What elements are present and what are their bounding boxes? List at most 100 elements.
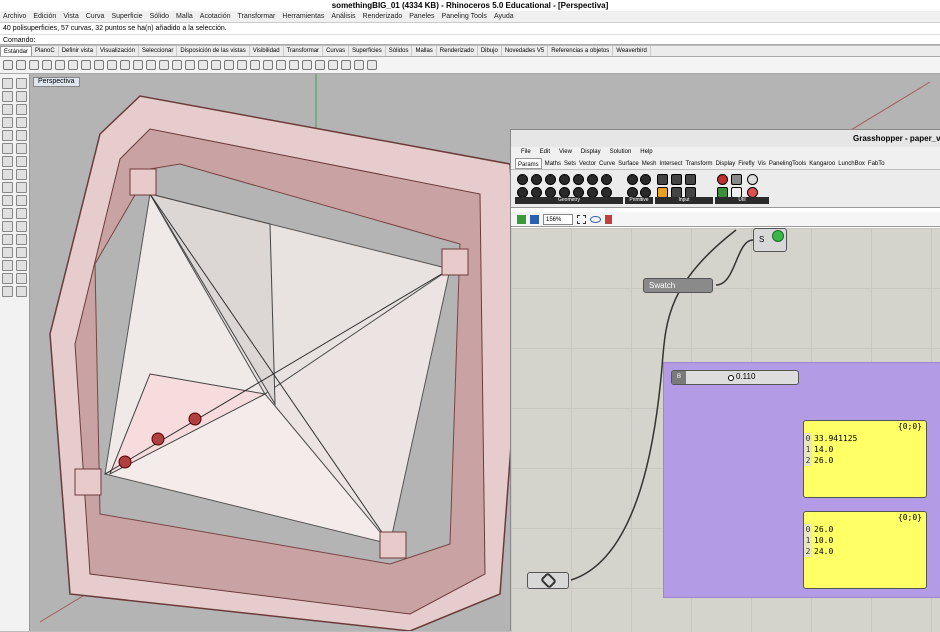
line-icon[interactable]	[2, 91, 13, 102]
panel-1[interactable]: {0;0} 0 33.941125 1 14.0 2 26.0	[803, 420, 927, 498]
layers-icon[interactable]	[250, 60, 260, 70]
freeform-curve-icon[interactable]	[16, 104, 27, 115]
move-icon[interactable]	[2, 234, 13, 245]
gh-tab-intersect[interactable]: Intersect	[659, 158, 682, 169]
gh-tab-transform[interactable]: Transform	[685, 158, 712, 169]
tab-solidos[interactable]: Sólidos	[386, 46, 413, 56]
geometry-component[interactable]	[527, 572, 569, 589]
copy-object-icon[interactable]	[16, 234, 27, 245]
tab-renderizado[interactable]: Renderizado	[437, 46, 478, 56]
copy-icon[interactable]	[81, 60, 91, 70]
gh-menu-display[interactable]: Display	[581, 147, 601, 158]
zoom-extents-icon[interactable]	[172, 60, 182, 70]
menu-vista[interactable]: Vista	[63, 11, 78, 22]
tab-estandar[interactable]: Estándar	[0, 46, 33, 56]
split-icon[interactable]	[2, 208, 13, 219]
menu-renderizado[interactable]: Renderizado	[363, 11, 403, 22]
rotate-view-icon[interactable]	[133, 60, 143, 70]
explode-icon[interactable]	[2, 221, 13, 232]
polygon-icon[interactable]	[2, 143, 13, 154]
menu-paneling-tools[interactable]: Paneling Tools	[442, 11, 487, 22]
tab-planoc[interactable]: PlanoC	[32, 46, 59, 56]
zoom-selected-icon[interactable]	[185, 60, 195, 70]
gh-tab-panelingtools[interactable]: PanelingTools	[769, 158, 806, 169]
menu-analisis[interactable]: Análisis	[331, 11, 355, 22]
print-icon[interactable]	[42, 60, 52, 70]
swatch-output-node[interactable]: S	[753, 228, 787, 252]
gh-menu-edit[interactable]: Edit	[540, 147, 550, 158]
gh-tab-maths[interactable]: Maths	[545, 158, 561, 169]
tab-superficies[interactable]: Superficies	[349, 46, 386, 56]
menu-ayuda[interactable]: Ayuda	[494, 11, 514, 22]
number-param-icon[interactable]	[640, 174, 651, 185]
gh-menu-solution[interactable]: Solution	[610, 147, 632, 158]
mirror-icon[interactable]	[16, 260, 27, 271]
pipeline-icon[interactable]	[747, 174, 758, 185]
shaded-sphere-icon[interactable]	[315, 60, 325, 70]
scale-icon[interactable]	[16, 247, 27, 258]
box-param-icon[interactable]	[517, 174, 528, 185]
sphere-icon[interactable]	[16, 169, 27, 180]
curve-param-icon[interactable]	[573, 174, 584, 185]
gh-tab-fabtools[interactable]: FabTo	[868, 158, 885, 169]
import-icon[interactable]	[55, 60, 65, 70]
gh-tab-mesh[interactable]: Mesh	[642, 158, 657, 169]
zoom-icon[interactable]	[146, 60, 156, 70]
join-icon[interactable]	[16, 208, 27, 219]
boolean-param-icon[interactable]	[627, 174, 638, 185]
text-icon[interactable]	[16, 143, 27, 154]
geometry-param-icon[interactable]	[601, 174, 612, 185]
gh-tab-sets[interactable]: Sets	[564, 158, 576, 169]
tab-dibujo[interactable]: Dibujo	[478, 46, 502, 56]
pencil-icon[interactable]	[16, 286, 27, 297]
select-arrow-icon[interactable]	[2, 78, 13, 89]
options-icon[interactable]	[354, 60, 364, 70]
data-dam-icon[interactable]	[731, 174, 742, 185]
slider-icon[interactable]	[685, 174, 696, 185]
panel-2[interactable]: {0;0} 0 26.0 1 10.0 2 24.0	[803, 511, 927, 589]
menu-curva[interactable]: Curva	[86, 11, 105, 22]
toggle-icon[interactable]	[671, 174, 682, 185]
gh-tab-display[interactable]: Display	[716, 158, 736, 169]
new-file-icon[interactable]	[3, 60, 13, 70]
tab-referencias[interactable]: Referencias a objetos	[548, 46, 614, 56]
sketch-pen-icon[interactable]	[605, 214, 612, 224]
array-icon[interactable]	[2, 260, 13, 271]
rendered-sphere-icon[interactable]	[328, 60, 338, 70]
gh-tab-kangaroo[interactable]: Kangaroo	[809, 158, 835, 169]
cut-icon[interactable]	[68, 60, 78, 70]
brep-param-icon[interactable]	[531, 174, 542, 185]
dimension-icon[interactable]	[2, 273, 13, 284]
viewport-layout-icon[interactable]	[211, 60, 221, 70]
arc-icon[interactable]	[16, 117, 27, 128]
tab-weaverbird[interactable]: Weaverbird	[613, 46, 651, 56]
slider-knob-icon[interactable]	[728, 375, 734, 381]
tab-disposicion[interactable]: Disposición de las vistas	[177, 46, 250, 56]
mesh-icon[interactable]	[2, 182, 13, 193]
menu-transformar[interactable]: Transformar	[238, 11, 276, 22]
arc-param-icon[interactable]	[559, 174, 570, 185]
curve-icon[interactable]	[2, 104, 13, 115]
tab-definir-vista[interactable]: Definir vista	[59, 46, 98, 56]
menu-edicion[interactable]: Edición	[33, 11, 56, 22]
viewport-title[interactable]: Perspectiva	[33, 77, 80, 87]
gh-tab-vector[interactable]: Vector	[579, 158, 596, 169]
menu-archivo[interactable]: Archivo	[3, 11, 26, 22]
fillet-icon[interactable]	[2, 195, 13, 206]
gh-tab-params[interactable]: Params	[515, 158, 542, 169]
ellipse-icon[interactable]	[2, 130, 13, 141]
menu-solido[interactable]: Sólido	[150, 11, 169, 22]
command-input[interactable]: Comando:	[0, 34, 940, 45]
tab-visibilidad[interactable]: Visibilidad	[250, 46, 284, 56]
material-icon[interactable]	[302, 60, 312, 70]
boolean-icon[interactable]	[16, 182, 27, 193]
zoom-extents-icon[interactable]	[577, 214, 586, 224]
swatch-component[interactable]: Swatch	[643, 278, 713, 293]
tab-seleccionar[interactable]: Seleccionar	[139, 46, 178, 56]
save-icon[interactable]	[29, 60, 39, 70]
tab-transformar[interactable]: Transformar	[284, 46, 324, 56]
gh-open-icon[interactable]	[517, 214, 526, 224]
pan-icon[interactable]	[120, 60, 130, 70]
menu-paneles[interactable]: Paneles	[409, 11, 434, 22]
gh-tab-surface[interactable]: Surface	[618, 158, 639, 169]
